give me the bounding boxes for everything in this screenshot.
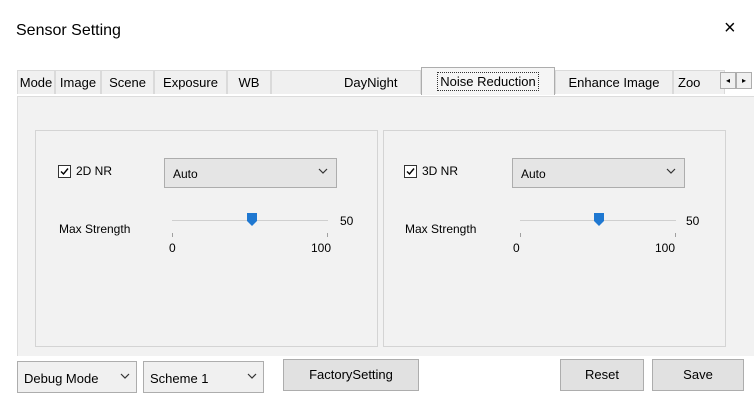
nr2d-tick-max — [327, 233, 328, 237]
tab-image[interactable]: Image — [55, 70, 101, 94]
chevron-down-icon — [666, 168, 676, 174]
reset-button[interactable]: Reset — [560, 359, 644, 391]
nr3d-checkbox[interactable] — [404, 165, 417, 178]
nr2d-group: 2D NR Auto Max Strength 50 0 100 — [35, 130, 378, 347]
noise-reduction-panel: 2D NR Auto Max Strength 50 0 100 3D NR A… — [17, 96, 754, 356]
nr2d-tick-min — [172, 233, 173, 237]
nr3d-mode-value: Auto — [521, 167, 546, 181]
nr3d-min: 0 — [513, 241, 520, 255]
chevron-down-icon — [318, 168, 328, 174]
nr2d-mode-select[interactable]: Auto — [164, 158, 337, 188]
save-button[interactable]: Save — [652, 359, 744, 391]
nr2d-label: 2D NR — [76, 164, 113, 178]
close-icon[interactable]: × — [724, 18, 736, 38]
nr2d-max: 100 — [311, 241, 332, 255]
tab-scene[interactable]: Scene — [101, 70, 154, 94]
tab-noise-reduction[interactable]: Noise Reduction — [421, 67, 555, 95]
tab-wb[interactable]: WB — [227, 70, 271, 94]
window-title: Sensor Setting — [16, 22, 121, 39]
nr2d-strength-label: Max Strength — [59, 222, 131, 236]
nr2d-min: 0 — [169, 241, 176, 255]
check-icon — [60, 168, 69, 176]
arrow-right-icon[interactable]: ▸ — [736, 72, 752, 89]
nr3d-max: 100 — [655, 241, 676, 255]
tab-noise-reduction-label: Noise Reduction — [437, 72, 539, 91]
tab-zoom[interactable]: Zoo — [673, 70, 725, 94]
chevron-down-icon — [247, 373, 257, 379]
factory-setting-button[interactable]: FactorySetting — [283, 359, 419, 391]
nr2d-value: 50 — [340, 214, 354, 228]
nr3d-tick-min — [520, 233, 521, 237]
arrow-left-icon[interactable]: ◂ — [720, 72, 736, 89]
nr2d-checkbox[interactable] — [58, 165, 71, 178]
nr3d-label: 3D NR — [422, 164, 459, 178]
nr3d-group: 3D NR Auto Max Strength 50 0 100 — [383, 130, 726, 347]
scheme-select[interactable]: Scheme 1 — [143, 361, 264, 393]
check-icon — [406, 168, 415, 176]
nr3d-slider-thumb[interactable] — [594, 213, 604, 226]
tab-exposure[interactable]: Exposure — [154, 70, 227, 94]
tab-strip: Mode Image Scene Exposure WB DayNight No… — [17, 67, 754, 96]
nr3d-tick-max — [675, 233, 676, 237]
nr2d-mode-value: Auto — [173, 167, 198, 181]
tab-daynight[interactable]: DayNight — [271, 70, 421, 94]
debug-mode-select[interactable]: Debug Mode — [17, 361, 137, 393]
title-bar: Sensor Setting × — [0, 0, 754, 62]
nr3d-strength-label: Max Strength — [405, 222, 477, 236]
tab-enhance-image[interactable]: Enhance Image — [555, 70, 673, 94]
chevron-down-icon — [120, 373, 130, 379]
scheme-value: Scheme 1 — [150, 371, 209, 386]
tab-mode[interactable]: Mode — [17, 70, 55, 94]
debug-mode-value: Debug Mode — [24, 371, 99, 386]
nr2d-slider-thumb[interactable] — [247, 213, 257, 226]
nr3d-mode-select[interactable]: Auto — [512, 158, 685, 188]
nr3d-value: 50 — [686, 214, 700, 228]
